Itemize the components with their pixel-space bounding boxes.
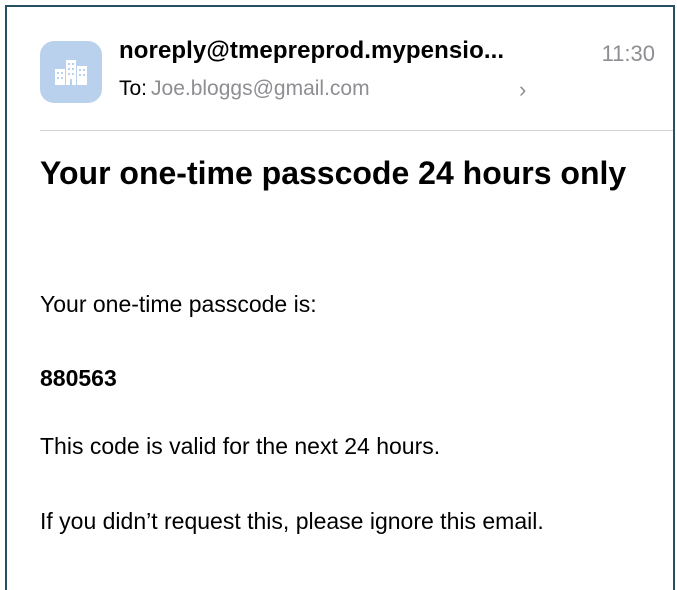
body-validity: This code is valid for the next 24 hours…: [40, 433, 441, 459]
recipient-address[interactable]: Joe.bloggs@gmail.com: [151, 77, 370, 100]
sender-avatar: [40, 41, 102, 103]
sender-address[interactable]: noreply@tmepreprod.mypensio...: [119, 37, 504, 65]
buildings-icon: [55, 60, 87, 85]
to-label: To:: [119, 77, 148, 100]
email-view: noreply@tmepreprod.mypensio... 11:30 To:…: [5, 5, 675, 590]
body-ignore-note: If you didn’t request this, please ignor…: [40, 508, 544, 534]
header-divider: [40, 130, 673, 131]
email-header: noreply@tmepreprod.mypensio... 11:30 To:…: [7, 7, 673, 125]
recipient-line[interactable]: To: Joe.bloggs@gmail.com: [119, 77, 370, 101]
email-subject: Your one-time passcode 24 hours only: [40, 155, 627, 191]
body-intro: Your one-time passcode is:: [40, 291, 317, 317]
passcode: 880563: [40, 365, 117, 391]
received-time: 11:30: [601, 41, 655, 66]
chevron-right-icon[interactable]: ›: [519, 77, 526, 103]
